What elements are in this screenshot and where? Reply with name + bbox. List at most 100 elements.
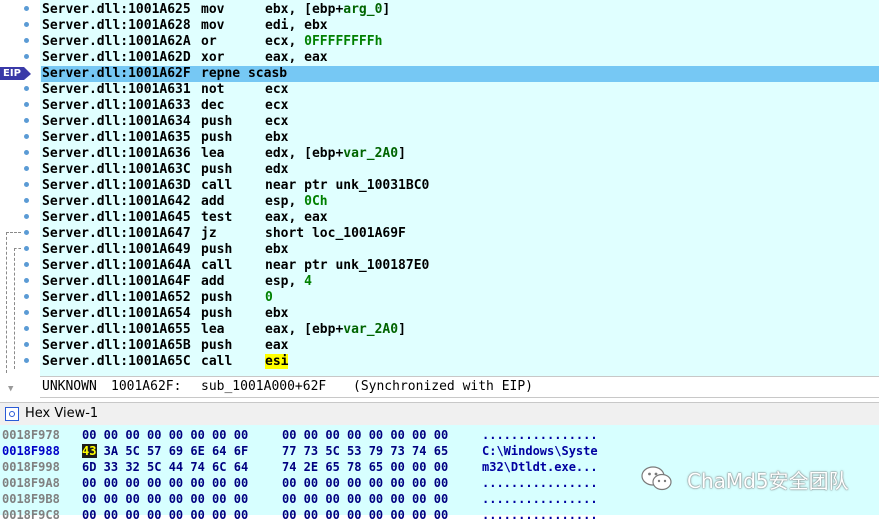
instruction-row[interactable]: Server.dll:1001A63C push edx	[41, 162, 879, 178]
instruction-row[interactable]: Server.dll:1001A65B push eax	[41, 338, 879, 354]
breakpoint-dot[interactable]	[0, 130, 40, 146]
instruction-row[interactable]: Server.dll:1001A634 push ecx	[41, 114, 879, 130]
breakpoint-dot[interactable]	[0, 322, 40, 338]
breakpoint-dot[interactable]	[0, 2, 40, 18]
line-dot-icon	[24, 326, 29, 331]
operand-variable[interactable]: arg_0	[343, 2, 382, 17]
instruction-address: Server.dll:1001A65C	[42, 354, 191, 369]
breakpoint-dot[interactable]	[0, 82, 40, 98]
breakpoint-gutter[interactable]: ▼ EIP	[0, 0, 40, 398]
breakpoint-dot[interactable]	[0, 274, 40, 290]
breakpoint-dot[interactable]	[0, 306, 40, 322]
scroll-down-arrow-icon[interactable]: ▼	[8, 384, 13, 394]
hex-row-address: 0018F9A8	[2, 476, 60, 490]
instruction-row[interactable]: Server.dll:1001A633 dec ecx	[41, 98, 879, 114]
breakpoint-dot[interactable]	[0, 162, 40, 178]
instruction-address: Server.dll:1001A64A	[42, 258, 191, 273]
hex-row-address: 0018F9C8	[2, 508, 60, 522]
instruction-operands: edx, [ebp+var_2A0]	[265, 146, 406, 162]
eip-marker[interactable]: EIP	[0, 66, 40, 82]
hex-row-address: 0018F998	[2, 460, 60, 474]
instruction-row[interactable]: Server.dll:1001A645 test eax, eax	[41, 210, 879, 226]
instruction-mnemonic: push	[201, 242, 233, 257]
wechat-icon	[641, 466, 672, 491]
instruction-row[interactable]: Server.dll:1001A654 push ebx	[41, 306, 879, 322]
instruction-row[interactable]: Server.dll:1001A65C call esi	[41, 354, 879, 370]
instruction-address: Server.dll:1001A633	[42, 98, 191, 113]
instruction-row[interactable]: Server.dll:1001A625 mov ebx, [ebp+arg_0]	[41, 2, 879, 18]
instruction-operands: ecx	[265, 114, 288, 130]
instruction-address: Server.dll:1001A642	[42, 194, 191, 209]
instruction-row[interactable]: Server.dll:1001A628 mov edi, ebx	[41, 18, 879, 34]
hex-ascii: C:\Windows\Syste	[482, 444, 598, 458]
instruction-mnemonic: mov	[201, 2, 225, 17]
breakpoint-dot[interactable]	[0, 50, 40, 66]
hex-bytes-low: 6D 33 32 5C 44 74 6C 64	[82, 460, 249, 474]
breakpoint-dot[interactable]	[0, 114, 40, 130]
instruction-operands: esi	[265, 354, 289, 370]
line-dot-icon	[24, 102, 29, 107]
line-dot-icon	[24, 342, 29, 347]
breakpoint-dot[interactable]	[0, 210, 40, 226]
disassembly-view[interactable]: ▼ EIP Server.dll:1001A625 mov ebx, [ebp+ar…	[0, 0, 879, 398]
operand-number: 0Ch	[304, 194, 328, 209]
instruction-operands: ebx	[265, 242, 288, 258]
operand-text: eax, [ebp+	[265, 322, 344, 337]
breakpoint-dot[interactable]	[0, 194, 40, 210]
instruction-row[interactable]: Server.dll:1001A647 jz short loc_1001A69F	[41, 226, 879, 242]
instruction-address: Server.dll:1001A636	[42, 146, 191, 161]
hex-row[interactable]: 0018F9C8 00 00 00 00 00 00 00 00 00 00 00 …	[0, 507, 879, 523]
hex-bytes-low: 00 00 00 00 00 00 00 00	[82, 428, 249, 442]
instruction-row[interactable]: Server.dll:1001A64A call near ptr unk_1001…	[41, 258, 879, 274]
line-dot-icon	[24, 166, 29, 171]
breakpoint-dot[interactable]	[0, 354, 40, 370]
breakpoint-dot[interactable]	[0, 242, 40, 258]
breakpoint-dot[interactable]	[0, 226, 40, 242]
hex-cursor-value: 43	[82, 444, 97, 458]
instruction-mnemonic: push	[201, 130, 233, 145]
hex-row[interactable]: 0018F978 00 00 00 00 00 00 00 00 00 00 00 …	[0, 427, 879, 443]
instruction-row[interactable]: Server.dll:1001A62D xor eax, eax	[41, 50, 879, 66]
operand-variable[interactable]: var_2A0	[343, 322, 398, 337]
instruction-mnemonic: test	[201, 210, 233, 225]
instruction-address: Server.dll:1001A631	[42, 82, 191, 97]
hex-row[interactable]: 0018F988 43 3A 5C 57 69 6E 64 6F 43 77 73 5…	[0, 443, 879, 459]
hex-bytes-low: 43 3A 5C 57 69 6E 64 6F	[82, 444, 249, 458]
hex-cursor-byte[interactable]: 43	[82, 444, 97, 458]
operand-variable[interactable]: var_2A0	[343, 146, 398, 161]
hex-view-titlebar[interactable]: Hex View-1	[0, 402, 879, 426]
instruction-row[interactable]: Server.dll:1001A655 lea eax, [ebp+var_2A0]	[41, 322, 879, 338]
instruction-row[interactable]: Server.dll:1001A62A or ecx, 0FFFFFFFFh	[41, 34, 879, 50]
instruction-operands: ecx	[265, 82, 288, 98]
instruction-mnemonic: call	[201, 258, 233, 273]
operand-text: ebx	[265, 242, 289, 257]
instruction-row[interactable]: Server.dll:1001A642 add esp, 0Ch	[41, 194, 879, 210]
instruction-address: Server.dll:1001A654	[42, 306, 191, 321]
instruction-row[interactable]: Server.dll:1001A64F add esp, 4	[41, 274, 879, 290]
breakpoint-dot[interactable]	[0, 18, 40, 34]
instruction-mnemonic: xor	[201, 50, 225, 65]
instruction-row[interactable]: Server.dll:1001A636 lea edx, [ebp+var_2A0]	[41, 146, 879, 162]
instruction-operands: eax, eax	[265, 210, 328, 226]
instruction-address: Server.dll:1001A645	[42, 210, 191, 225]
instruction-mnemonic: push	[201, 290, 233, 305]
breakpoint-dot[interactable]	[0, 178, 40, 194]
breakpoint-dot[interactable]	[0, 258, 40, 274]
instruction-operands: ecx	[265, 98, 288, 114]
instruction-row[interactable]: Server.dll:1001A652 push 0	[41, 290, 879, 306]
instruction-mnemonic: push	[201, 162, 233, 177]
instruction-row[interactable]: Server.dll:1001A631 not ecx	[41, 82, 879, 98]
operand-text: ebx	[265, 130, 289, 145]
operand-highlighted[interactable]: esi	[265, 354, 289, 369]
breakpoint-dot[interactable]	[0, 146, 40, 162]
status-segment: UNKNOWN	[42, 379, 97, 394]
breakpoint-dot[interactable]	[0, 338, 40, 354]
instruction-row[interactable]: Server.dll:1001A635 push ebx	[41, 130, 879, 146]
breakpoint-dot[interactable]	[0, 98, 40, 114]
breakpoint-dot[interactable]	[0, 34, 40, 50]
instruction-row[interactable]: Server.dll:1001A63D call near ptr unk_1003…	[41, 178, 879, 194]
current-instruction-row[interactable]: Server.dll:1001A62F repne scasb	[41, 66, 879, 82]
breakpoint-dot[interactable]	[0, 290, 40, 306]
hex-bytes-high: 00 00 00 00 00 00 00 00	[282, 508, 449, 522]
instruction-row[interactable]: Server.dll:1001A649 push ebx	[41, 242, 879, 258]
